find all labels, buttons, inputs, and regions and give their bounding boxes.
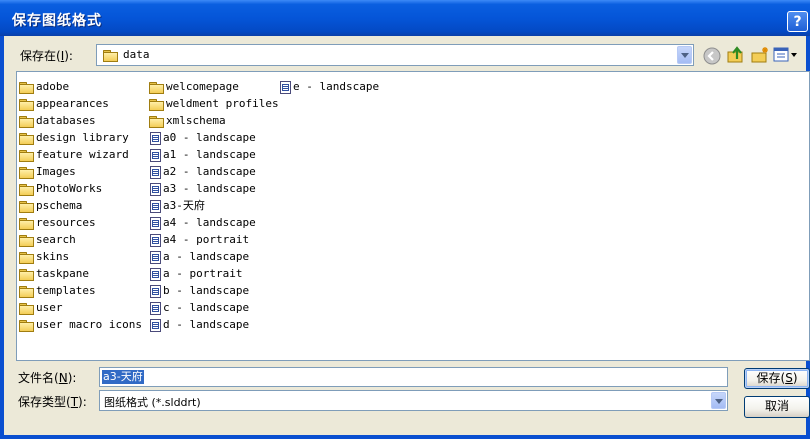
file-item[interactable]: a4 - portrait <box>150 231 249 248</box>
filename-input[interactable]: a3-天府 <box>99 367 728 387</box>
file-item[interactable]: c - landscape <box>150 299 249 316</box>
folder-icon <box>149 115 164 128</box>
drawing-file-icon <box>150 250 161 264</box>
folder-icon <box>19 115 34 128</box>
file-item[interactable]: a3 - landscape <box>150 180 256 197</box>
drawing-file-icon <box>150 267 161 281</box>
folder-item[interactable]: databases <box>19 112 96 129</box>
folder-item[interactable]: appearances <box>19 95 109 112</box>
file-item[interactable]: a1 - landscape <box>150 146 256 163</box>
up-folder-icon[interactable] <box>726 45 746 65</box>
folder-icon <box>19 132 34 145</box>
views-menu-icon[interactable] <box>773 47 799 63</box>
folder-icon <box>149 98 164 111</box>
drawing-file-icon <box>150 148 161 162</box>
drawing-file-icon <box>150 165 161 179</box>
folder-icon <box>19 319 34 332</box>
drawing-file-icon <box>280 80 291 94</box>
save-in-label: 保存在(I): <box>20 49 73 63</box>
folder-item[interactable]: skins <box>19 248 69 265</box>
folder-icon <box>19 217 34 230</box>
folder-icon <box>19 200 34 213</box>
chevron-down-icon[interactable] <box>711 392 726 409</box>
folder-item[interactable]: design library <box>19 129 129 146</box>
folder-icon <box>19 81 34 94</box>
folder-item[interactable]: templates <box>19 282 96 299</box>
file-item[interactable]: a3-天府 <box>150 197 205 214</box>
folder-item[interactable]: weldment profiles <box>149 95 279 112</box>
window-frame-bottom <box>0 435 810 439</box>
folder-icon <box>19 183 34 196</box>
drawing-file-icon <box>150 216 161 230</box>
filetype-value: 图纸格式 (*.slddrt) <box>104 396 201 409</box>
file-item[interactable]: a4 - landscape <box>150 214 256 231</box>
file-item[interactable]: d - landscape <box>150 316 249 333</box>
folder-item[interactable]: feature wizard <box>19 146 129 163</box>
folder-item[interactable]: welcomepage <box>149 78 239 95</box>
chevron-down-icon[interactable] <box>677 46 692 64</box>
file-list[interactable]: adobe appearances databases design libra… <box>16 71 810 361</box>
folder-icon <box>103 50 118 62</box>
filename-label: 文件名(N): <box>18 371 77 385</box>
folder-icon <box>19 302 34 315</box>
filetype-select[interactable]: 图纸格式 (*.slddrt) <box>99 390 728 411</box>
save-button[interactable]: 保存(S) <box>744 368 810 389</box>
folder-item[interactable]: Images <box>19 163 76 180</box>
folder-item[interactable]: user macro icons <box>19 316 142 333</box>
help-button[interactable]: ? <box>787 11 808 32</box>
folder-icon <box>19 234 34 247</box>
back-icon[interactable] <box>702 46 722 66</box>
file-item[interactable]: b - landscape <box>150 282 249 299</box>
folder-item[interactable]: xmlschema <box>149 112 226 129</box>
file-item[interactable]: a - portrait <box>150 265 242 282</box>
folder-icon <box>19 149 34 162</box>
folder-icon <box>149 81 164 94</box>
folder-item[interactable]: adobe <box>19 78 69 95</box>
folder-icon <box>19 166 34 179</box>
title-bar[interactable]: 保存图纸格式 ? <box>0 0 810 36</box>
cancel-button[interactable]: 取消 <box>744 396 810 418</box>
folder-icon <box>19 285 34 298</box>
filename-value: a3-天府 <box>102 370 144 384</box>
file-item[interactable]: e - landscape <box>280 78 379 95</box>
folder-item[interactable]: taskpane <box>19 265 89 282</box>
folder-icon <box>19 251 34 264</box>
drawing-file-icon <box>150 199 161 213</box>
folder-icon <box>19 98 34 111</box>
drawing-file-icon <box>150 284 161 298</box>
file-item[interactable]: a2 - landscape <box>150 163 256 180</box>
drawing-file-icon <box>150 233 161 247</box>
file-item[interactable]: a0 - landscape <box>150 129 256 146</box>
file-item[interactable]: a - landscape <box>150 248 249 265</box>
drawing-file-icon <box>150 131 161 145</box>
folder-item[interactable]: pschema <box>19 197 82 214</box>
window-frame-left <box>0 36 4 439</box>
drawing-file-icon <box>150 301 161 315</box>
window-title: 保存图纸格式 <box>12 13 102 29</box>
folder-item[interactable]: PhotoWorks <box>19 180 102 197</box>
folder-item[interactable]: resources <box>19 214 96 231</box>
new-folder-icon[interactable] <box>750 45 770 65</box>
save-in-value: data <box>123 48 150 61</box>
folder-icon <box>19 268 34 281</box>
drawing-file-icon <box>150 318 161 332</box>
folder-item[interactable]: user <box>19 299 63 316</box>
drawing-file-icon <box>150 182 161 196</box>
save-in-combo[interactable]: data <box>96 44 694 66</box>
folder-item[interactable]: search <box>19 231 76 248</box>
filetype-label: 保存类型(T): <box>18 395 87 409</box>
